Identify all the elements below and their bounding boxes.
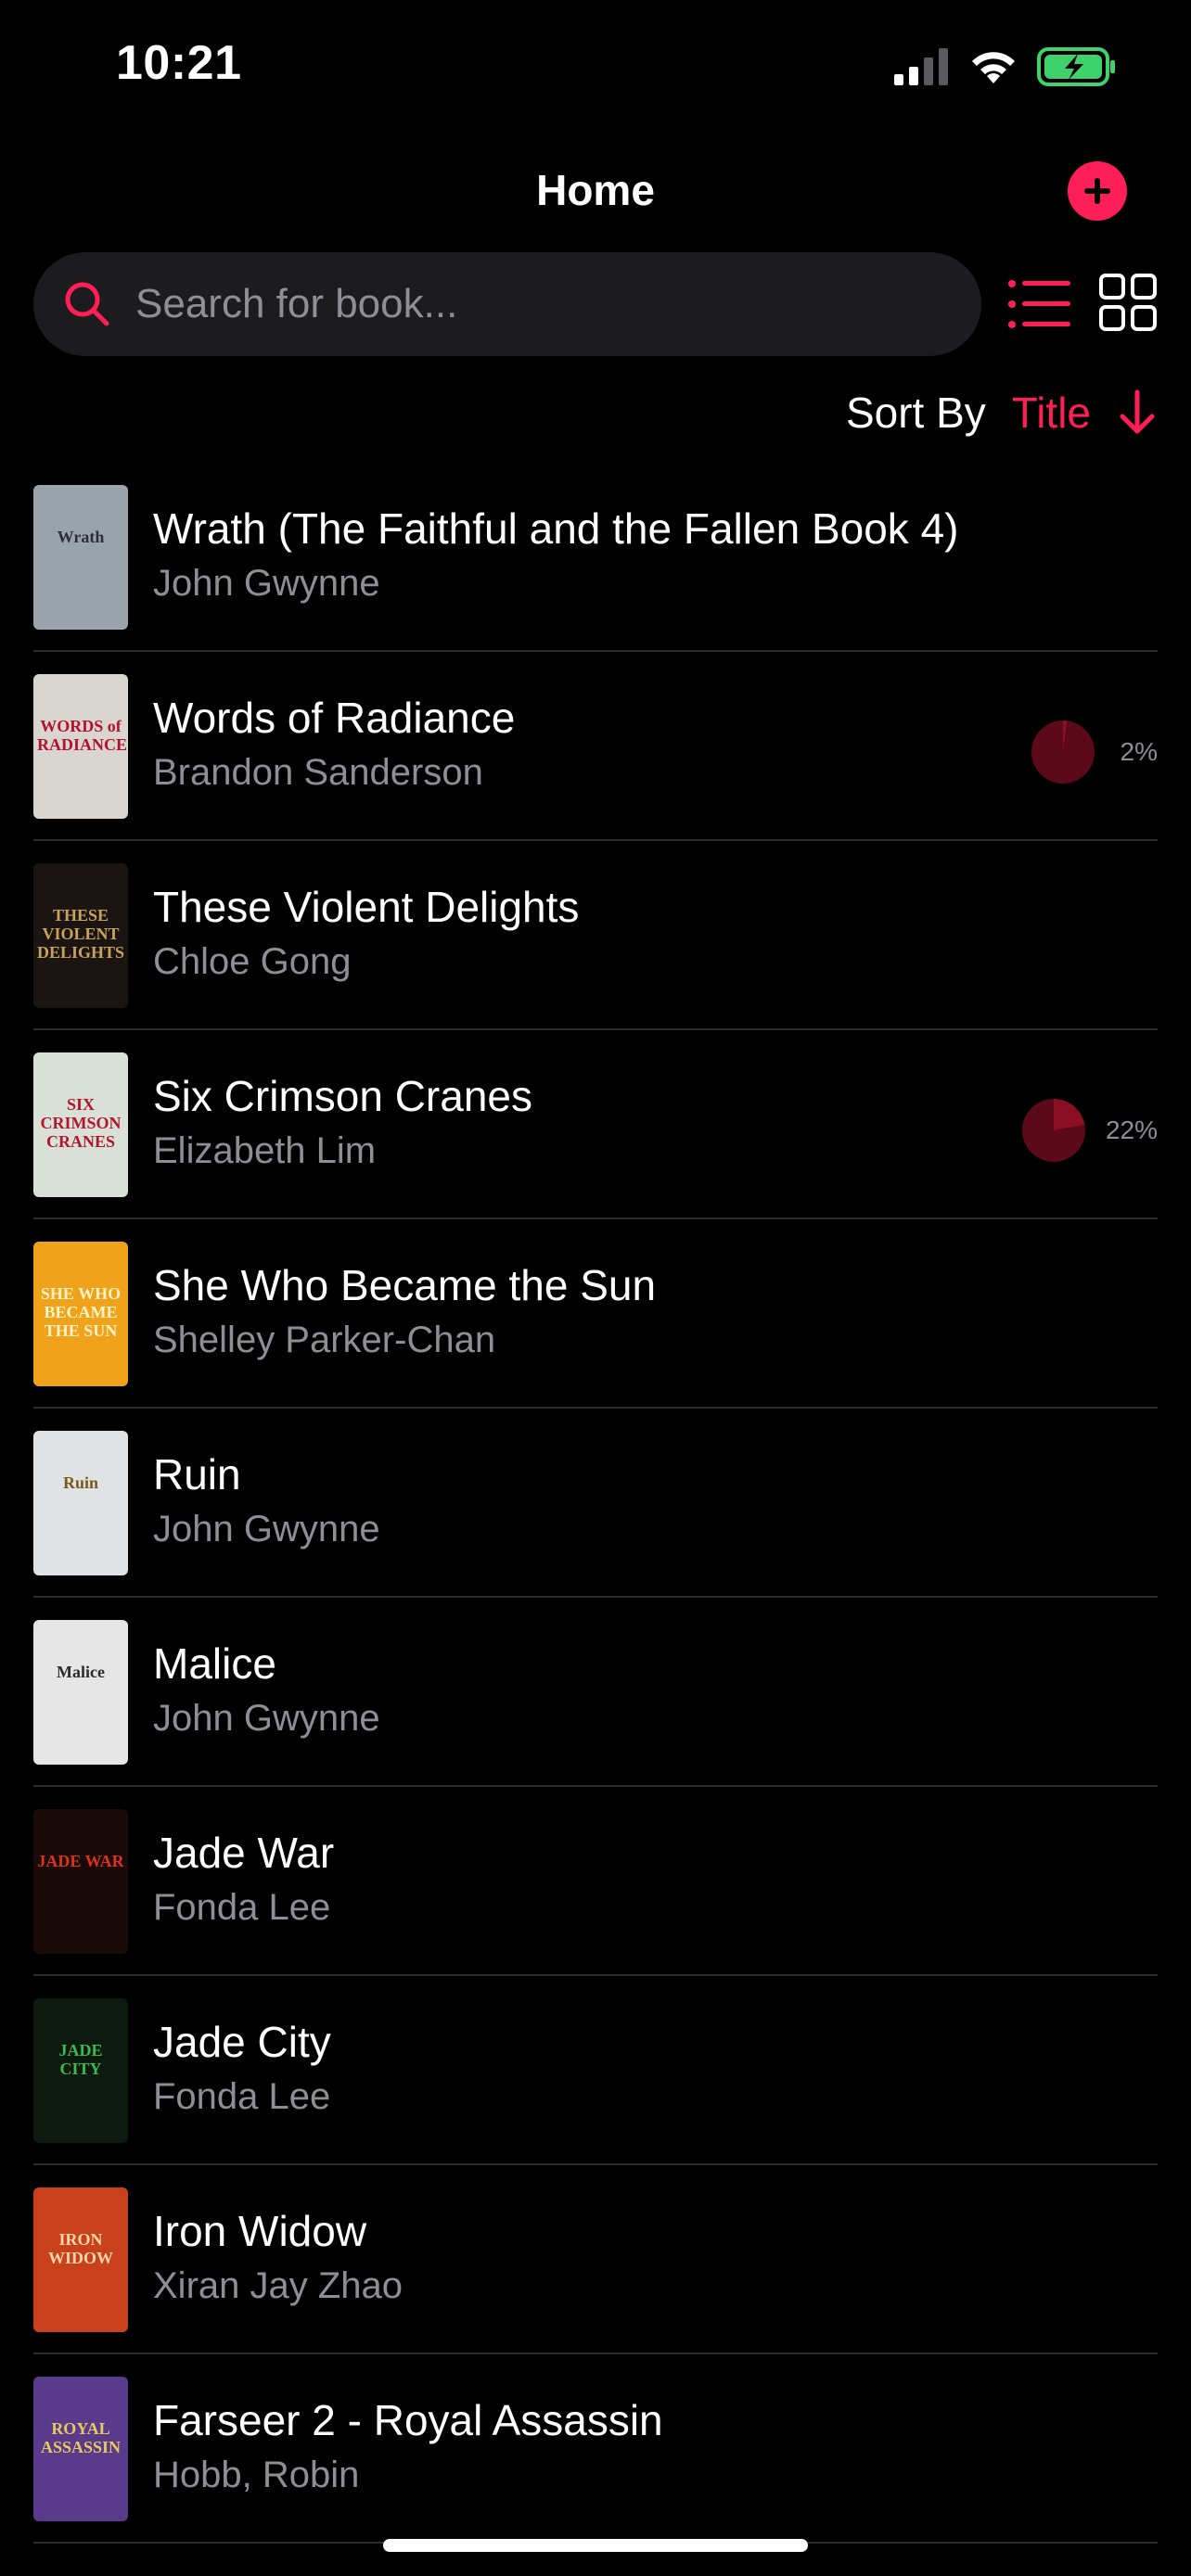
list-view-icon[interactable]	[1007, 273, 1070, 336]
book-author: Chloe Gong	[153, 941, 352, 982]
book-list: Wrath Wrath (The Faithful and the Fallen …	[33, 463, 1158, 2544]
book-row[interactable]: ROYAL ASSASSIN Farseer 2 - Royal Assassin…	[33, 2354, 1158, 2544]
book-cover-text: Malice	[57, 1663, 105, 1681]
book-cover: IRON WIDOW	[33, 2187, 128, 2332]
book-cover-text: IRON WIDOW	[47, 2230, 113, 2267]
book-row[interactable]: Wrath Wrath (The Faithful and the Fallen …	[33, 463, 1158, 652]
search-icon	[65, 282, 109, 326]
book-cover: THESE VIOLENT DELIGHTS	[33, 863, 128, 1008]
book-cover-text: Ruin	[62, 1473, 99, 1492]
book-row[interactable]: Malice Malice John Gwynne	[33, 1598, 1158, 1787]
book-title: Farseer 2 - Royal Assassin	[153, 2396, 663, 2444]
book-title: Wrath (The Faithful and the Fallen Book …	[153, 504, 959, 553]
book-author: Shelley Parker-Chan	[153, 1320, 496, 1360]
status-icons	[894, 46, 1117, 87]
sort-field-button[interactable]: Title	[1012, 388, 1091, 438]
reading-progress: 22%	[1021, 1099, 1158, 1162]
book-title: These Violent Delights	[153, 883, 580, 931]
book-row[interactable]: JADE WAR Jade War Fonda Lee	[33, 1787, 1158, 1976]
book-cover-text: JADE WAR	[37, 1852, 124, 1870]
search-bar[interactable]	[33, 252, 981, 356]
book-title: She Who Became the Sun	[153, 1261, 657, 1309]
book-title: Malice	[153, 1639, 276, 1688]
status-time: 10:21	[116, 36, 242, 90]
book-cover: Wrath	[33, 485, 128, 630]
book-author: Elizabeth Lim	[153, 1130, 377, 1171]
book-row[interactable]: SHE WHO BECAME THE SUN She Who Became the…	[33, 1219, 1158, 1409]
book-title: Iron Widow	[153, 2207, 367, 2255]
book-row[interactable]: Ruin Ruin John Gwynne	[33, 1409, 1158, 1598]
book-cover: Malice	[33, 1620, 128, 1765]
sort-label: Sort By	[845, 389, 986, 437]
sort-control[interactable]: Sort By Title	[846, 380, 1158, 445]
sort-direction-button[interactable]	[1117, 387, 1158, 439]
book-cover-text: THESE VIOLENT DELIGHTS	[37, 906, 125, 962]
book-cover: SHE WHO BECAME THE SUN	[33, 1242, 128, 1386]
search-row	[33, 252, 1158, 356]
book-author: John Gwynne	[153, 563, 380, 604]
wifi-icon	[972, 52, 1015, 83]
progress-percent: 22%	[1105, 1116, 1158, 1144]
book-row[interactable]: THESE VIOLENT DELIGHTS These Violent Deli…	[33, 841, 1158, 1030]
book-author: Fonda Lee	[153, 2076, 331, 2117]
book-title: Jade War	[153, 1829, 335, 1877]
plus-icon	[1084, 178, 1110, 204]
status-bar: 10:21	[0, 0, 1191, 139]
nav-header: Home	[0, 148, 1191, 241]
battery-charging-icon	[1037, 47, 1115, 86]
book-title: Words of Radiance	[153, 694, 516, 742]
book-cover-text: ROYAL ASSASSIN	[40, 2419, 122, 2456]
book-cover-text: Wrath	[57, 528, 105, 546]
book-cover: JADE CITY	[33, 1998, 128, 2143]
grid-view-icon[interactable]	[1098, 273, 1158, 332]
book-author: Hobb, Robin	[153, 2455, 360, 2495]
book-author: Brandon Sanderson	[153, 752, 483, 793]
book-author: John Gwynne	[153, 1509, 380, 1549]
home-indicator	[383, 2539, 808, 2552]
book-cover-text: JADE CITY	[58, 2041, 103, 2078]
page-title: Home	[536, 166, 655, 214]
book-cover: JADE WAR	[33, 1809, 128, 1954]
progress-percent: 2%	[1120, 737, 1158, 766]
book-cover-text: WORDS of RADIANCE	[37, 717, 128, 754]
book-title: Jade City	[153, 2018, 331, 2066]
book-row[interactable]: SIX CRIMSON CRANES Six Crimson Cranes Eliz…	[33, 1030, 1158, 1219]
progress-pie-chart	[1021, 1099, 1085, 1162]
progress-pie-chart	[1031, 721, 1095, 784]
book-cover: Ruin	[33, 1431, 128, 1575]
book-title: Ruin	[153, 1450, 241, 1498]
book-row[interactable]: JADE CITY Jade City Fonda Lee	[33, 1976, 1158, 2165]
add-book-button[interactable]	[1068, 161, 1127, 221]
book-cover-text: SHE WHO BECAME THE SUN	[40, 1284, 122, 1340]
reading-progress: 2%	[1031, 721, 1158, 784]
book-cover: SIX CRIMSON CRANES	[33, 1052, 128, 1197]
book-cover: ROYAL ASSASSIN	[33, 2377, 128, 2521]
book-title: Six Crimson Cranes	[153, 1072, 532, 1120]
arrow-down-icon	[1120, 389, 1155, 434]
book-row[interactable]: IRON WIDOW Iron Widow Xiran Jay Zhao	[33, 2165, 1158, 2354]
book-author: Fonda Lee	[153, 1887, 331, 1928]
book-author: John Gwynne	[153, 1698, 380, 1739]
book-cover: WORDS of RADIANCE	[33, 674, 128, 819]
cellular-signal-icon	[894, 48, 948, 85]
book-row[interactable]: WORDS of RADIANCE Words of Radiance Brando…	[33, 652, 1158, 841]
search-input[interactable]	[135, 252, 952, 356]
book-cover-text: SIX CRIMSON CRANES	[40, 1095, 122, 1151]
book-author: Xiran Jay Zhao	[153, 2265, 403, 2306]
